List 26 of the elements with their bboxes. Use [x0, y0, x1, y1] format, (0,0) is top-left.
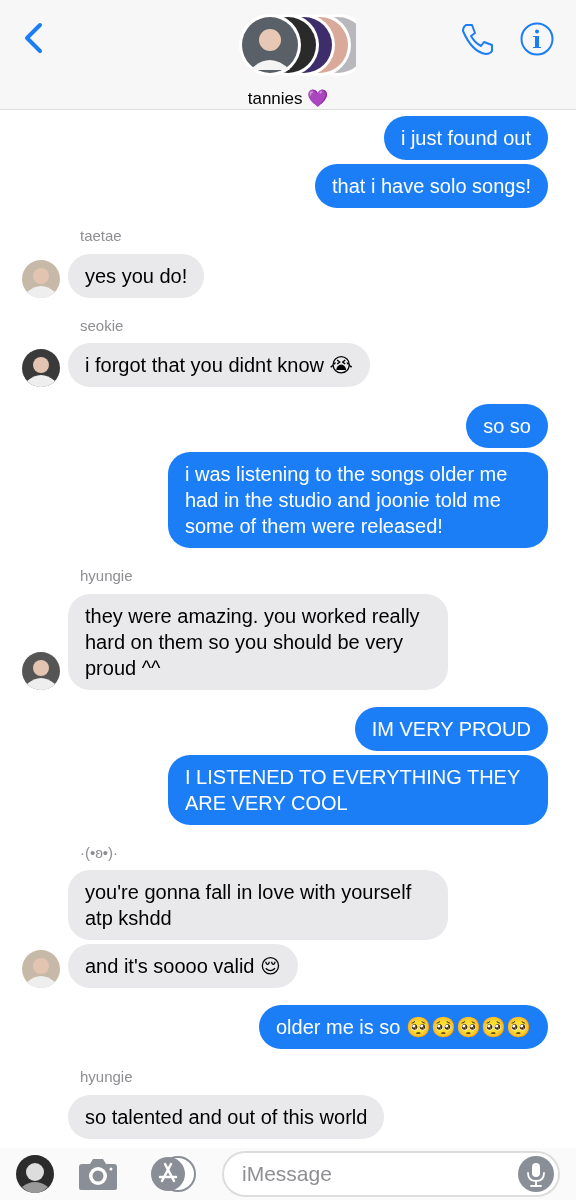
microphone-icon[interactable] [518, 1156, 554, 1192]
message-field[interactable]: iMessage [222, 1151, 560, 1197]
message-bubble: that i have solo songs! [315, 164, 548, 208]
message-bubble: so talented and out of this world [68, 1094, 385, 1139]
message-bubble: so so [466, 404, 548, 448]
message-bubble: they were amazing. you worked really hard on them so you should be very proud ^^ [68, 593, 448, 690]
message-bubble: i was listening to the songs older me had in the studio and joonie told me some of them were released! [168, 452, 548, 548]
app-store-icon[interactable] [150, 1156, 198, 1192]
conversation-title: tannies 💜 [247, 88, 329, 110]
camera-icon[interactable] [78, 1157, 118, 1191]
sender-name: ·(•ʚ•)· [80, 842, 120, 863]
message-bubble: yes you do! [68, 253, 205, 298]
info-icon[interactable] [520, 22, 554, 56]
message-bubble: i just found out [383, 116, 548, 160]
message-bubble: IM VERY PROUD [354, 706, 548, 751]
back-icon[interactable] [22, 22, 44, 54]
message-bubble: you're gonna fall in love with yourself atp kshdd [68, 870, 448, 940]
message-bubble: i forgot that you didnt know 😭 [68, 343, 370, 387]
sender-name: seokie [80, 315, 125, 336]
sender-name: hyungie [80, 566, 134, 586]
message-bubble: I LISTENED TO EVERYTHING THEY ARE VERY COOL [168, 754, 548, 825]
sender-name: taetae [80, 226, 123, 246]
message-bubble: older me is so 🥺🥺🥺🥺🥺 [258, 1005, 548, 1049]
sender-name: hyungie [80, 1067, 134, 1087]
phone-icon[interactable] [460, 22, 494, 56]
message-bubble: and it's soooo valid 😌 [68, 944, 298, 988]
